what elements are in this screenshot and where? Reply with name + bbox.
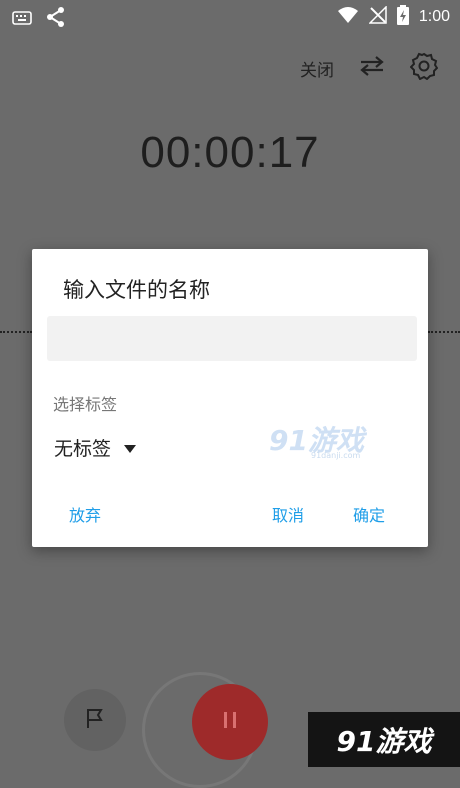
corner-brand-logo: 91游戏 — [308, 712, 460, 767]
clock: 1:00 — [418, 8, 450, 25]
tag-selected-value: 无标签 — [54, 438, 112, 460]
swap-icon[interactable] — [360, 56, 384, 80]
dropdown-triangle-icon — [123, 437, 137, 459]
confirm-button[interactable]: 确定 — [353, 502, 385, 526]
flag-icon — [85, 707, 105, 733]
recording-timer: 00:00:17 — [140, 128, 320, 177]
flag-button[interactable] — [64, 689, 126, 751]
top-toolbar: 关闭 — [300, 52, 439, 84]
no-signal-icon — [368, 5, 387, 28]
close-button[interactable]: 关闭 — [300, 56, 334, 81]
gear-icon[interactable] — [409, 52, 439, 84]
status-bar: 1:00 — [0, 0, 460, 30]
pause-button[interactable] — [192, 684, 268, 760]
tag-section-label: 选择标签 — [53, 395, 118, 414]
save-file-dialog: 输入文件的名称 选择标签 无标签 91游戏 91danji.com 放弃 取消 确… — [32, 249, 428, 547]
discard-button[interactable]: 放弃 — [69, 502, 101, 526]
tag-dropdown[interactable]: 无标签 — [54, 434, 137, 461]
cancel-button[interactable]: 取消 — [272, 502, 304, 526]
keyboard-icon — [12, 10, 32, 29]
share-icon — [46, 6, 66, 32]
waveform-left — [0, 331, 32, 336]
battery-charging-icon — [396, 5, 409, 29]
pause-icon — [221, 710, 239, 734]
watermark-url: 91danji.com — [311, 451, 361, 460]
wifi-icon — [337, 6, 359, 28]
waveform-right — [428, 331, 460, 336]
dialog-title: 输入文件的名称 — [63, 278, 210, 302]
file-name-input[interactable] — [47, 316, 417, 361]
watermark-logo: 91游戏 91danji.com — [269, 424, 364, 460]
